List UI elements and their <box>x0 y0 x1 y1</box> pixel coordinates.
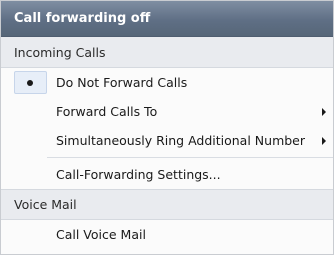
menu-item-call-voice-mail[interactable]: Call Voice Mail <box>1 220 333 249</box>
menu-item-simultaneously-ring[interactable]: Simultaneously Ring Additional Number <box>1 126 333 155</box>
menu-item-do-not-forward-calls[interactable]: Do Not Forward Calls <box>1 68 333 97</box>
menu-item-forward-calls-to[interactable]: Forward Calls To <box>1 97 333 126</box>
menu-item-call-forwarding-settings[interactable]: Call-Forwarding Settings... <box>1 160 333 189</box>
menu-item-label: Forward Calls To <box>56 104 158 119</box>
submenu-arrow-icon <box>322 107 326 116</box>
menu-item-label: Call-Forwarding Settings... <box>56 167 221 182</box>
submenu-arrow-icon <box>322 136 326 145</box>
section-header-voice-mail: Voice Mail <box>1 189 333 220</box>
menu-item-label: Do Not Forward Calls <box>56 75 188 90</box>
menu-item-label: Simultaneously Ring Additional Number <box>56 133 306 148</box>
menu-item-label: Call Voice Mail <box>56 227 146 242</box>
menu-divider <box>47 157 333 158</box>
section-header-incoming-calls: Incoming Calls <box>1 37 333 68</box>
call-forwarding-menu: Call forwarding off Incoming Calls Do No… <box>0 0 334 255</box>
menu-title: Call forwarding off <box>1 1 333 37</box>
selected-bullet-icon <box>27 79 33 86</box>
